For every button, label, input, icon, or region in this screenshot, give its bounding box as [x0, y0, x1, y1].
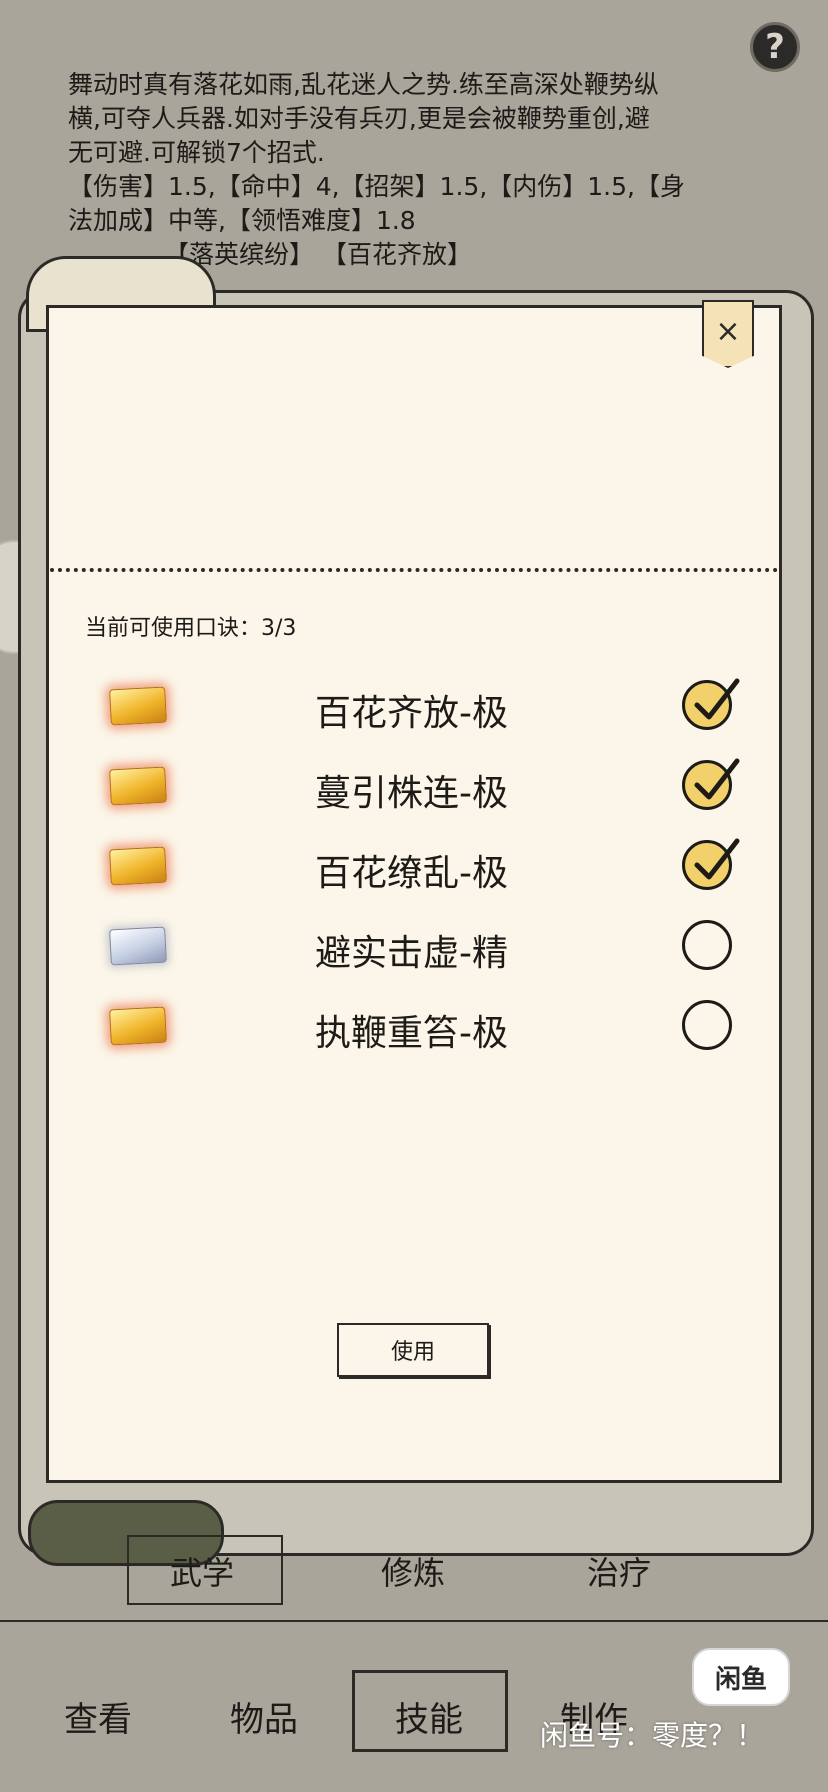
- mantra-name: 蔓引株连-极: [315, 773, 508, 814]
- gold-scroll-icon: [109, 1006, 167, 1046]
- checkmark-icon: [694, 678, 740, 720]
- mantra-name: 百花齐放-极: [315, 693, 508, 734]
- divider: [0, 1620, 828, 1622]
- checkmark-icon: [694, 758, 740, 800]
- help-icon[interactable]: ?: [750, 22, 800, 72]
- checkbox-checked[interactable]: [682, 838, 740, 890]
- tab-wuxue[interactable]: 武学: [170, 1548, 234, 1594]
- watermark-logo: 闲鱼: [692, 1648, 790, 1706]
- desc-line: 法加成】中等,【领悟难度】1.8: [68, 206, 416, 235]
- gold-scroll-icon: [109, 686, 167, 726]
- mantra-row[interactable]: 蔓引株连-极: [100, 756, 740, 816]
- tab-zhiliao[interactable]: 治疗: [587, 1548, 651, 1594]
- desc-line: 【伤害】1.5,【命中】4,【招架】1.5,【内伤】1.5,【身: [68, 172, 685, 201]
- checkbox-checked[interactable]: [682, 758, 740, 810]
- mantra-row[interactable]: 避实击虚-精: [100, 916, 740, 976]
- desc-line: 横,可夺人兵器.如对手没有兵刃,更是会被鞭势重创,避: [68, 104, 650, 133]
- gold-scroll-icon: [109, 846, 167, 886]
- mantra-row[interactable]: 百花缭乱-极: [100, 836, 740, 896]
- gold-scroll-icon: [109, 766, 167, 806]
- skill-description: 舞动时真有落花如雨,乱花迷人之势.练至高深处鞭势纵 横,可夺人兵器.如对手没有兵…: [68, 68, 768, 272]
- checkbox-checked[interactable]: [682, 678, 740, 730]
- use-button[interactable]: 使用: [337, 1323, 489, 1377]
- silver-scroll-icon: [109, 926, 167, 966]
- nav-view[interactable]: 查看: [64, 1692, 132, 1741]
- close-icon[interactable]: ×: [702, 300, 754, 368]
- nav-skills[interactable]: 技能: [395, 1692, 463, 1741]
- checkbox-unchecked[interactable]: [682, 920, 732, 970]
- divider: [50, 568, 778, 572]
- mantra-count-label: 当前可使用口诀：3/3: [85, 616, 297, 641]
- tab-xiulian[interactable]: 修炼: [381, 1548, 445, 1594]
- desc-line: 舞动时真有落花如雨,乱花迷人之势.练至高深处鞭势纵: [68, 70, 659, 99]
- mantra-name: 执鞭重笞-极: [315, 1013, 508, 1054]
- watermark-text: 闲鱼号：零度？！: [540, 1719, 765, 1752]
- mantra-name: 百花缭乱-极: [315, 853, 508, 894]
- mantra-row[interactable]: 执鞭重笞-极: [100, 996, 740, 1056]
- desc-line: 无可避.可解锁7个招式.: [68, 138, 325, 167]
- checkmark-icon: [694, 838, 740, 880]
- checkbox-unchecked[interactable]: [682, 1000, 732, 1050]
- nav-items[interactable]: 物品: [230, 1692, 298, 1741]
- mantra-name: 避实击虚-精: [315, 933, 508, 974]
- mantra-row[interactable]: 百花齐放-极: [100, 676, 740, 736]
